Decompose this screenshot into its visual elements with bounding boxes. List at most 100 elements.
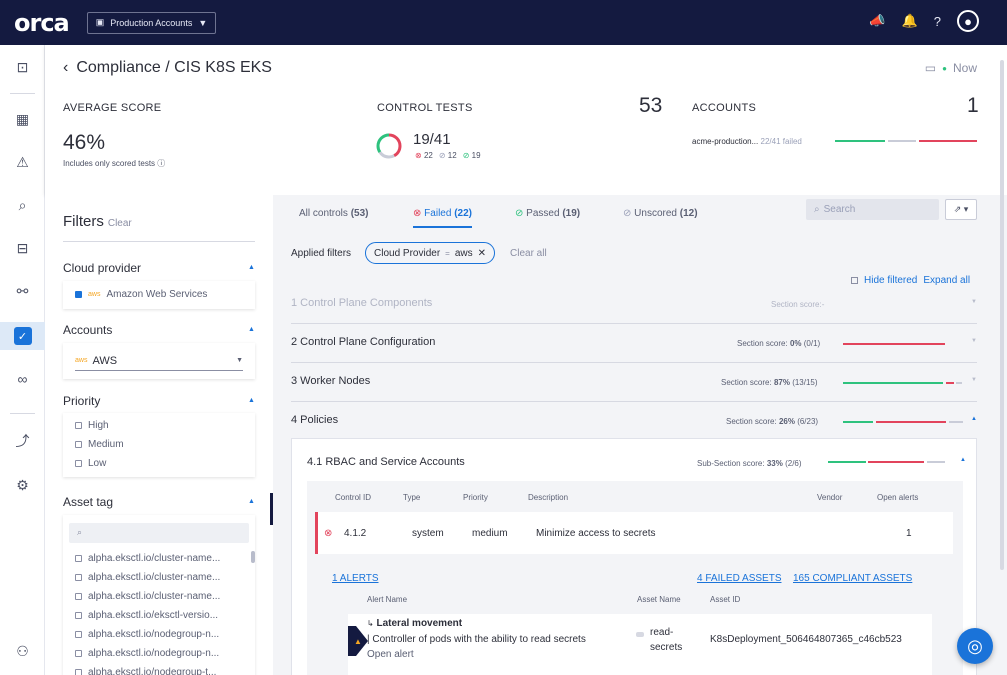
alert-row[interactable]: ▲ ↳ Lateral movement | Controller of pod…: [348, 614, 932, 675]
filter-chip[interactable]: Cloud Provider = aws ✕: [365, 242, 496, 264]
asset-tag-search[interactable]: ⌕: [69, 523, 249, 543]
page-scrollbar[interactable]: [1000, 60, 1004, 570]
section-row[interactable]: 3 Worker Nodes Section score: 87% (13/15…: [291, 363, 977, 402]
checkbox-icon: [75, 574, 82, 581]
chevron-down-icon[interactable]: ▼: [971, 338, 977, 344]
filters-clear-button[interactable]: Clear: [108, 218, 132, 229]
section-pass-bar: [843, 421, 873, 423]
section-row[interactable]: 1 Control Plane Components Section score…: [291, 285, 977, 324]
checkbox-high[interactable]: High: [63, 416, 255, 435]
alerts-link[interactable]: 1 ALERTS: [332, 573, 379, 584]
chevron-up-icon[interactable]: ▲: [971, 416, 977, 422]
cloud-provider-label[interactable]: Cloud provider: [63, 261, 141, 275]
failed-assets-link[interactable]: 4 FAILED ASSETS: [697, 573, 781, 584]
search-input[interactable]: ⌕ Search: [806, 199, 939, 220]
checkbox-low[interactable]: Low: [63, 454, 255, 473]
accounts-count: 1: [967, 94, 979, 117]
graph-icon[interactable]: ⚯: [0, 277, 45, 305]
chip-operator: =: [445, 248, 450, 258]
subsection-score-detail: (2/6): [785, 459, 802, 468]
checkbox-aws[interactable]: aws Amazon Web Services: [63, 285, 255, 304]
tab-unscored[interactable]: ⊘ Unscored (12): [623, 208, 698, 219]
gear-icon[interactable]: ⚙: [0, 471, 45, 499]
checkbox-label: alpha.eksctl.io/nodegroup-n...: [88, 648, 220, 659]
chevron-down-icon[interactable]: ▼: [971, 299, 977, 305]
priority-options: High Medium Low: [63, 413, 255, 477]
close-icon[interactable]: ✕: [478, 248, 486, 259]
section-score-label: Section score:: [726, 417, 777, 426]
shift-left-icon[interactable]: ∞: [0, 365, 45, 393]
chevron-up-icon[interactable]: ▲: [960, 457, 966, 463]
control-tests-breakdown: ⊗ 22 ⊘ 12 ⊘ 19: [415, 151, 481, 160]
bell-icon[interactable]: 🔔: [902, 13, 918, 29]
export-button[interactable]: ⇗ ▾: [945, 199, 977, 220]
checkbox-medium[interactable]: Medium: [63, 435, 255, 454]
controls-table: Control ID Type Priority Description Ven…: [307, 481, 963, 675]
search-icon[interactable]: ⌕: [0, 191, 45, 219]
alerts-icon[interactable]: ⚠: [0, 148, 45, 176]
section-score: Section score:-: [771, 300, 824, 309]
asset-name[interactable]: read-secrets: [650, 625, 690, 655]
column-header: Open alerts: [877, 493, 919, 502]
checkbox-icon[interactable]: [851, 277, 858, 284]
checkbox-icon: [75, 650, 82, 657]
tab-failed[interactable]: ⊗ Failed (22): [413, 208, 472, 228]
tab-passed[interactable]: ⊘ Passed (19): [515, 208, 580, 219]
filters-panel: Filters Clear Cloud provider ▲ aws Amazon …: [45, 195, 273, 675]
accounts-filter-label[interactable]: Accounts: [63, 323, 112, 337]
control-id: 4.1.2: [344, 528, 367, 539]
info-icon[interactable]: ⓘ: [157, 159, 165, 168]
chevron-up-icon[interactable]: ▲: [248, 397, 255, 404]
accounts-label: ACCOUNTS: [692, 102, 757, 114]
chevron-up-icon[interactable]: ▲: [248, 264, 255, 271]
unlock-icon[interactable]: ⊡: [0, 53, 45, 81]
inventory-icon[interactable]: ⊟: [0, 234, 45, 262]
checkbox-asset-tag[interactable]: alpha.eksctl.io/nodegroup-n...: [63, 625, 255, 644]
checkbox-asset-tag[interactable]: alpha.eksctl.io/eksctl-versio...: [63, 606, 255, 625]
chat-support-button[interactable]: ◎: [957, 628, 993, 664]
breadcrumb: Compliance / CIS K8S EKS: [76, 59, 272, 76]
top-bar: orca ▣ Production Accounts ▼ 📣 🔔 ? ●: [0, 0, 1007, 45]
clear-all-button[interactable]: Clear all: [510, 248, 547, 259]
account-row[interactable]: acme-production... 22/41 failed: [692, 137, 802, 146]
orca-logo[interactable]: orca: [14, 9, 70, 37]
subsection-name[interactable]: 4.1 RBAC and Service Accounts: [307, 456, 465, 468]
users-icon[interactable]: ⚇: [0, 637, 45, 665]
checkbox-asset-tag[interactable]: alpha.eksctl.io/nodegroup-t...: [63, 663, 255, 675]
column-header: Asset ID: [710, 595, 741, 604]
chevron-up-icon[interactable]: ▲: [248, 326, 255, 333]
section-row[interactable]: 2 Control Plane Configuration Section sc…: [291, 324, 977, 363]
back-icon[interactable]: ‹: [63, 59, 68, 77]
checkbox-asset-tag[interactable]: alpha.eksctl.io/cluster-name...: [63, 549, 255, 568]
chevron-down-icon: ▾: [963, 204, 969, 214]
asset-tag-label[interactable]: Asset tag: [63, 495, 113, 509]
integrations-icon[interactable]: ⤴: [0, 427, 45, 455]
accounts-dropdown[interactable]: aws AWS ▼: [75, 351, 243, 371]
chevron-down-icon[interactable]: ▼: [971, 377, 977, 383]
checkbox-asset-tag[interactable]: alpha.eksctl.io/nodegroup-n...: [63, 644, 255, 663]
compliance-icon[interactable]: ✓: [0, 322, 45, 350]
avatar[interactable]: ●: [957, 10, 979, 32]
priority-label[interactable]: Priority: [63, 394, 100, 408]
search-placeholder: Search: [823, 204, 856, 215]
search-icon: ⌕: [77, 527, 83, 537]
chevron-up-icon[interactable]: ▲: [248, 498, 255, 505]
time-selector[interactable]: ▭ ● Now: [925, 61, 977, 75]
asset-tag-scrollbar[interactable]: [251, 551, 255, 563]
compliant-assets-link[interactable]: 165 COMPLIANT ASSETS: [793, 573, 912, 584]
account-select[interactable]: ▣ Production Accounts ▼: [86, 11, 217, 34]
alert-title[interactable]: ↳ Lateral movement: [367, 618, 462, 629]
checkbox-asset-tag[interactable]: alpha.eksctl.io/cluster-name...: [63, 568, 255, 587]
dashboard-icon[interactable]: ▦: [0, 105, 45, 133]
section-name: 3 Worker Nodes: [291, 375, 371, 387]
tab-all-controls[interactable]: All controls (53): [299, 208, 368, 219]
checkbox-asset-tag[interactable]: alpha.eksctl.io/cluster-name...: [63, 587, 255, 606]
subsection-fail-bar: [868, 461, 924, 463]
asset-id[interactable]: K8sDeployment_506464807365_c46cb523: [710, 634, 902, 645]
announcement-icon[interactable]: 📣: [869, 13, 885, 29]
table-row[interactable]: ⊗ 4.1.2 system medium Minimize access to…: [315, 512, 953, 554]
section-row[interactable]: 4 Policies Section score: 26% (6/23) ▲: [291, 402, 977, 441]
help-icon[interactable]: ?: [934, 14, 941, 29]
aws-icon: aws: [75, 357, 88, 364]
section-fail-bar: [843, 343, 945, 345]
